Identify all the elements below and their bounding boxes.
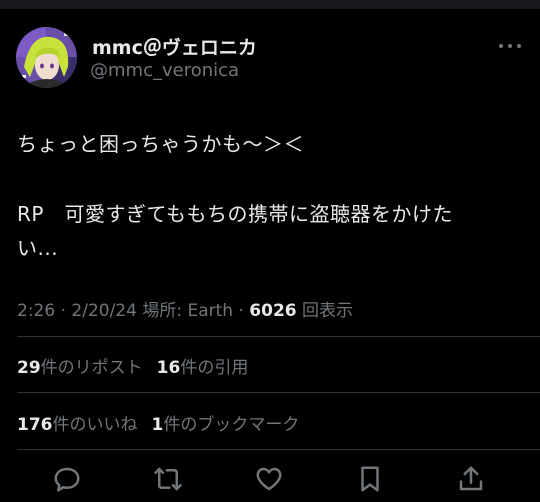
repost-count: 29: [17, 358, 41, 378]
bookmark-icon[interactable]: [355, 464, 385, 494]
tweet-place: 場所: Earth ·: [136, 301, 250, 321]
quote-stat[interactable]: 16件の引用: [157, 358, 249, 378]
tweet-text-line-3: い...: [17, 236, 59, 260]
divider: [17, 392, 540, 393]
tweet-time[interactable]: 2:26: [17, 301, 55, 321]
stats-row-reposts: 29件のリポスト 16件の引用: [17, 353, 248, 378]
divider: [17, 449, 540, 450]
like-stat[interactable]: 176件のいいね: [17, 415, 138, 435]
repost-stat[interactable]: 29件のリポスト: [17, 358, 143, 378]
retweet-icon[interactable]: [153, 464, 183, 494]
reply-icon[interactable]: [52, 464, 82, 494]
view-count: 6026: [249, 301, 297, 321]
meta-separator: ·: [55, 301, 72, 321]
tweet-date[interactable]: 2/20/24: [71, 301, 137, 321]
stats-row-likes: 176件のいいね 1件のブックマーク: [17, 410, 299, 435]
user-handle[interactable]: @mmc_veronica: [90, 60, 239, 81]
divider: [17, 336, 540, 337]
bookmark-count: 1: [151, 415, 164, 435]
tweet-text-line-2: RP 可愛すぎてももちの携帯に盗聴器をかけた: [17, 202, 453, 226]
avatar-image: [16, 27, 77, 88]
tweet-text-line-1: ちょっと困っちゃうかも〜＞＜: [17, 132, 304, 156]
share-icon[interactable]: [456, 464, 486, 494]
avatar[interactable]: [16, 27, 77, 88]
quote-count: 16: [156, 358, 181, 378]
like-count: 176: [17, 415, 53, 435]
tweet-meta: 2:26 · 2/20/24 場所: Earth · 6026 回表示: [17, 296, 353, 321]
display-name[interactable]: mmc＠ヴェロニカ: [92, 33, 257, 60]
bookmark-label: 件のブックマーク: [163, 415, 300, 435]
bookmark-stat[interactable]: 1件のブックマーク: [152, 415, 300, 435]
like-icon[interactable]: [254, 464, 284, 494]
top-bar: [0, 0, 540, 9]
like-label: 件のいいね: [52, 415, 138, 435]
more-options-icon[interactable]: [495, 36, 525, 56]
quote-label: 件の引用: [180, 358, 249, 378]
repost-label: 件のリポスト: [40, 358, 143, 378]
view-label: 回表示: [296, 301, 354, 321]
